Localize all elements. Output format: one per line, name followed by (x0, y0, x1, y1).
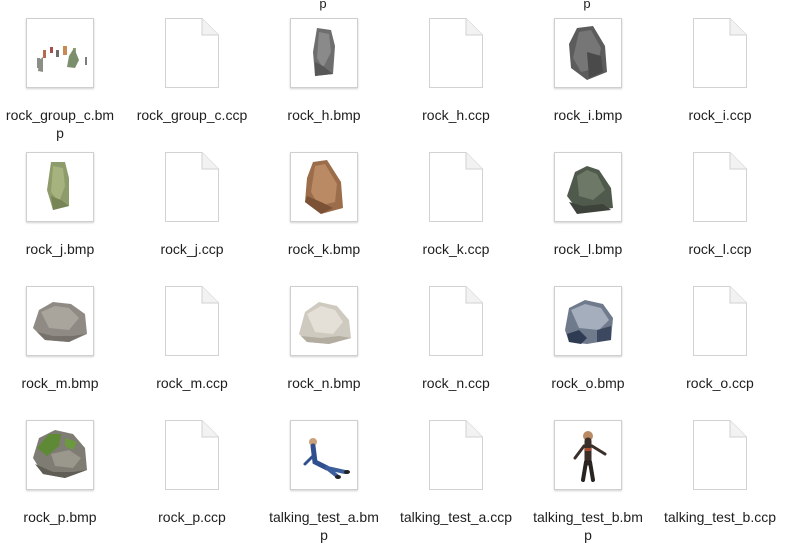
file-name-label: rock_l.bmp (553, 241, 623, 257)
file-item-rock-j-ccp[interactable]: rock_j.ccp (126, 150, 258, 258)
document-icon (685, 284, 755, 358)
document-icon (157, 150, 227, 224)
dark-rock-thumbnail-icon (554, 152, 622, 222)
truncated-label-fragment: p (583, 0, 591, 11)
document-icon (685, 150, 755, 224)
mossy-rock-thumbnail-icon (26, 152, 94, 222)
rock-group-thumbnail-icon (26, 18, 94, 88)
file-name-label: talking_test_b.ccp (663, 509, 777, 525)
file-name-label: rock_group_c.bm p (5, 107, 115, 141)
document-icon (685, 418, 755, 492)
file-name-label: rock_o.bmp (551, 375, 625, 391)
file-name-label: rock_p.bmp (23, 509, 97, 525)
gray-boulder-thumbnail-icon (26, 286, 94, 356)
file-name-label: rock_p.ccp (158, 509, 226, 525)
file-item-rock-i-ccp[interactable]: rock_i.ccp (654, 16, 786, 124)
file-name-label: rock_o.ccp (686, 375, 754, 391)
file-name-label: rock_n.ccp (422, 375, 490, 391)
file-name-label: rock_m.bmp (21, 375, 99, 391)
file-icon-grid: p p rock_group_c.bm p rock_group_c.ccp r… (0, 0, 794, 550)
file-item-talking-test-b-bmp[interactable]: talking_test_b.bm p (522, 418, 654, 544)
file-name-label: rock_i.bmp (553, 107, 623, 123)
document-icon (685, 16, 755, 90)
file-item-rock-l-bmp[interactable]: rock_l.bmp (522, 150, 654, 258)
reclining-figure-thumbnail-icon (290, 420, 358, 490)
truncated-label-fragment: p (319, 0, 327, 11)
file-name-label: talking_test_a.bm p (269, 509, 379, 543)
file-name-label: rock_group_c.ccp (136, 107, 248, 123)
document-icon (421, 418, 491, 492)
file-item-rock-m-bmp[interactable]: rock_m.bmp (0, 284, 126, 392)
file-name-label: rock_k.ccp (422, 241, 490, 257)
file-name-label: rock_m.ccp (156, 375, 228, 391)
file-item-talking-test-b-ccp[interactable]: talking_test_b.ccp (654, 418, 786, 526)
document-icon (157, 16, 227, 90)
blue-rock-thumbnail-icon (554, 286, 622, 356)
file-item-rock-group-c-ccp[interactable]: rock_group_c.ccp (126, 16, 258, 124)
file-item-rock-o-bmp[interactable]: rock_o.bmp (522, 284, 654, 392)
standing-figure-thumbnail-icon (554, 420, 622, 490)
file-item-rock-m-ccp[interactable]: rock_m.ccp (126, 284, 258, 392)
file-item-rock-j-bmp[interactable]: rock_j.bmp (0, 150, 126, 258)
file-item-rock-l-ccp[interactable]: rock_l.ccp (654, 150, 786, 258)
file-item-rock-i-bmp[interactable]: rock_i.bmp (522, 16, 654, 124)
file-item-talking-test-a-bmp[interactable]: talking_test_a.bm p (258, 418, 390, 544)
dark-rock-thumbnail-icon (554, 18, 622, 88)
file-name-label: rock_h.ccp (422, 107, 490, 123)
document-icon (421, 16, 491, 90)
file-item-rock-h-ccp[interactable]: rock_h.ccp (390, 16, 522, 124)
file-name-label: rock_j.bmp (25, 241, 95, 257)
file-item-rock-p-ccp[interactable]: rock_p.ccp (126, 418, 258, 526)
file-item-rock-h-bmp[interactable]: rock_h.bmp (258, 16, 390, 124)
file-item-rock-p-bmp[interactable]: rock_p.bmp (0, 418, 126, 526)
file-name-label: rock_j.ccp (160, 241, 224, 257)
file-name-label: rock_l.ccp (688, 241, 752, 257)
document-icon (157, 418, 227, 492)
file-name-label: rock_h.bmp (287, 107, 361, 123)
document-icon (157, 284, 227, 358)
file-item-rock-k-bmp[interactable]: rock_k.bmp (258, 150, 390, 258)
file-item-rock-n-bmp[interactable]: rock_n.bmp (258, 284, 390, 392)
file-item-talking-test-a-ccp[interactable]: talking_test_a.ccp (390, 418, 522, 526)
gray-rock-thumbnail-icon (290, 18, 358, 88)
file-name-label: talking_test_b.bm p (533, 509, 643, 543)
file-name-label: rock_k.bmp (287, 241, 361, 257)
mossy-boulder-thumbnail-icon (26, 420, 94, 490)
file-name-label: rock_i.ccp (688, 107, 752, 123)
file-item-rock-k-ccp[interactable]: rock_k.ccp (390, 150, 522, 258)
file-item-rock-n-ccp[interactable]: rock_n.ccp (390, 284, 522, 392)
file-item-rock-group-c-bmp[interactable]: rock_group_c.bm p (0, 16, 126, 142)
document-icon (421, 284, 491, 358)
document-icon (421, 150, 491, 224)
file-item-rock-o-ccp[interactable]: rock_o.ccp (654, 284, 786, 392)
file-name-label: rock_n.bmp (287, 375, 361, 391)
brown-rock-thumbnail-icon (290, 152, 358, 222)
white-rock-thumbnail-icon (290, 286, 358, 356)
file-name-label: talking_test_a.ccp (399, 509, 513, 525)
